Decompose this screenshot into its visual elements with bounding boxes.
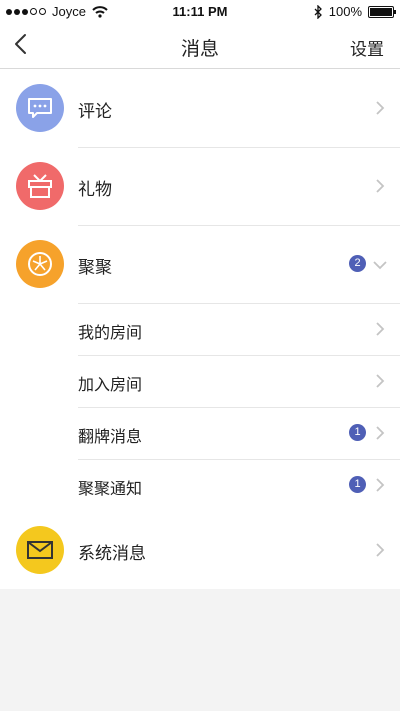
gathering-icon — [16, 240, 64, 288]
list-item-gathering[interactable]: 聚聚 2 — [0, 225, 400, 303]
chevron-right-icon — [376, 322, 385, 336]
sub-item-label: 翻牌消息 — [78, 427, 143, 446]
list-item-gift[interactable]: 礼物 — [0, 147, 400, 225]
page-title: 消息 — [180, 38, 219, 60]
sub-item-flip-message[interactable]: 翻牌消息 1 — [0, 407, 400, 459]
chevron-right-icon — [376, 478, 385, 492]
list-item-system-messages[interactable]: 系统消息 — [0, 511, 400, 589]
sub-item-join-room[interactable]: 加入房间 — [0, 355, 400, 407]
sub-item-label: 我的房间 — [78, 323, 143, 342]
status-right: 100% — [313, 4, 396, 19]
chevron-right-icon — [376, 179, 385, 193]
item-label: 系统消息 — [78, 544, 146, 564]
item-label: 评论 — [78, 102, 112, 122]
chevron-right-icon — [376, 101, 385, 115]
battery-percentage: 100% — [328, 4, 362, 19]
status-bar: Joyce 11:11 PM 100% — [0, 0, 400, 22]
envelope-icon — [16, 526, 64, 574]
list-item-comment[interactable]: 评论 — [0, 69, 400, 147]
item-label: 礼物 — [78, 180, 112, 200]
chevron-right-icon — [376, 374, 385, 388]
item-label: 聚聚 — [78, 258, 112, 278]
sub-item-my-room[interactable]: 我的房间 — [0, 303, 400, 355]
gift-icon — [16, 162, 64, 210]
settings-button[interactable]: 设置 — [350, 35, 384, 60]
chevron-right-icon — [376, 426, 385, 440]
nav-bar: 消息 设置 — [0, 22, 400, 69]
message-list: 评论 礼物 聚聚 2 我的房间 加入房间 翻牌消息 1 聚聚通知 1 系统消息 — [0, 69, 400, 589]
unread-badge: 1 — [349, 424, 366, 441]
sub-item-label: 加入房间 — [78, 375, 143, 394]
chevron-right-icon — [376, 543, 385, 557]
sub-item-gathering-notice[interactable]: 聚聚通知 1 — [0, 459, 400, 511]
comment-icon — [16, 84, 64, 132]
bluetooth-icon — [314, 4, 322, 19]
chevron-down-icon — [373, 261, 387, 270]
unread-badge: 2 — [349, 255, 366, 272]
battery-icon — [368, 5, 396, 18]
sub-item-label: 聚聚通知 — [78, 479, 143, 498]
unread-badge: 1 — [349, 476, 366, 493]
